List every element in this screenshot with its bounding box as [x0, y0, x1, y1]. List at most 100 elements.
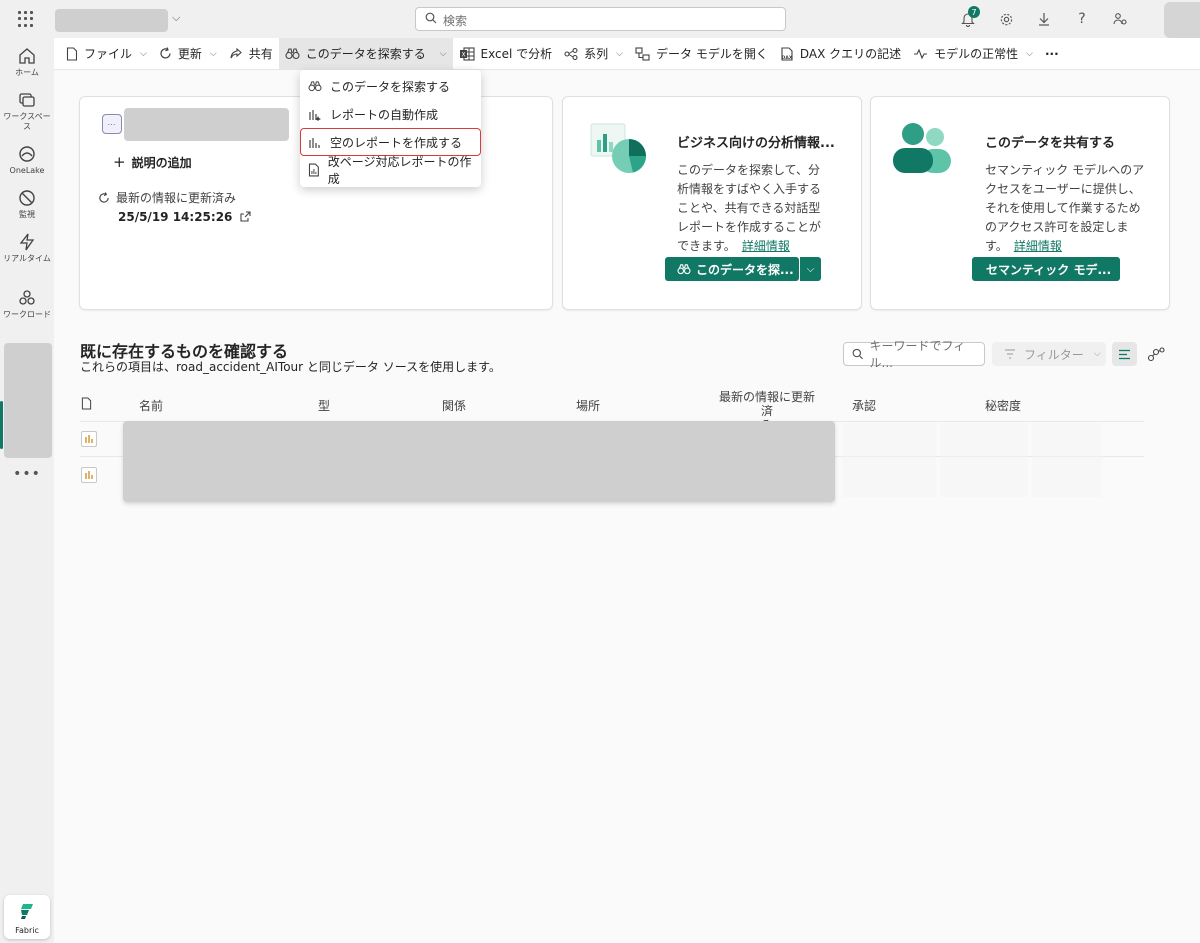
svg-text:DAX: DAX	[781, 55, 792, 61]
share-label: 共有	[248, 47, 273, 61]
settings-button[interactable]	[994, 8, 1018, 30]
file-icon	[66, 46, 78, 61]
explore-split-dropdown-button[interactable]: ⌵	[800, 257, 821, 281]
chevron-down-icon[interactable]: ⌵	[172, 11, 180, 25]
help-button[interactable]: ?	[1070, 8, 1094, 30]
notifications-button[interactable]: 7	[956, 6, 980, 30]
open-external-icon	[240, 211, 251, 222]
explore-dropdown-menu: このデータを探索する レポートの自動作成 空のレポートを作成する 改ページ対応レ…	[300, 70, 481, 187]
binoculars-icon	[285, 48, 300, 60]
binoculars-icon	[308, 81, 322, 92]
card-description: このデータを探索して、分析情報をすばやく入手することや、共有できる対話型レポート…	[677, 161, 832, 256]
fabric-switcher[interactable]: Fabric	[4, 895, 50, 939]
open-data-model-button[interactable]: データ モデルを開く	[629, 38, 774, 70]
menu-item-explore-data[interactable]: このデータを探索する	[300, 72, 481, 100]
avatar[interactable]	[1164, 2, 1200, 38]
analytics-illustration-icon	[590, 123, 646, 173]
nav-item-onelake[interactable]: OneLake	[0, 144, 54, 176]
nav-item-redacted[interactable]	[4, 343, 52, 458]
workspace-name-redacted[interactable]	[55, 9, 168, 32]
button-label: セマンティック モデ...	[986, 262, 1112, 277]
column-header-relation[interactable]: 関係	[442, 397, 466, 414]
notification-badge: 7	[968, 6, 980, 18]
nav-item-monitor[interactable]: 監視	[0, 188, 54, 220]
app-launcher-icon[interactable]	[18, 11, 34, 27]
column-header-location[interactable]: 場所	[576, 397, 600, 414]
learn-more-link[interactable]: 詳細情報	[742, 239, 790, 253]
refresh-label: 更新	[177, 47, 202, 61]
write-dax-query-button[interactable]: DAX DAX クエリの記述	[774, 38, 907, 70]
model-health-button[interactable]: モデルの正常性 ⌵	[907, 38, 1039, 70]
keyword-filter-input[interactable]: キーワードでフィル...	[843, 339, 985, 370]
binoculars-icon	[677, 264, 691, 275]
column-header-endorsement[interactable]: 承認	[852, 397, 876, 414]
refresh-icon	[160, 47, 171, 59]
chevron-down-icon: ⌵	[1026, 48, 1033, 59]
chevron-down-icon: ⌵	[1093, 349, 1101, 359]
lineage-view-icon[interactable]	[1147, 346, 1165, 362]
nav-item-home[interactable]: ホーム	[0, 46, 54, 78]
filter-button[interactable]: フィルター ⌵	[992, 342, 1106, 366]
ribbon-toolbar: ファイル ⌵ 更新 ⌵ 共有 このデータを探索する ⌵ X Excel で分析 系列 ⌵…	[54, 37, 1200, 70]
nav-label-home: ホーム	[15, 68, 39, 77]
chevron-down-icon: ⌵	[140, 48, 147, 59]
refresh-status: 最新の情報に更新済み 25/5/19 14:25:26	[98, 189, 251, 224]
share-feedback-button[interactable]	[1108, 8, 1132, 30]
monitor-icon	[19, 190, 35, 206]
row-cell-redacted	[1032, 423, 1102, 497]
menu-item-label: 改ページ対応レポートの作成	[327, 155, 472, 186]
semantic-model-icon: ⋯	[102, 114, 122, 134]
row-cell-redacted	[940, 423, 1028, 497]
nav-item-workspaces[interactable]: ワークスペース	[0, 90, 54, 132]
analyze-in-excel-button[interactable]: X Excel で分析	[453, 38, 559, 70]
excel-icon: X	[459, 46, 475, 61]
refresh-button[interactable]: 更新 ⌵	[153, 38, 223, 70]
column-header-sensitivity[interactable]: 秘密度	[985, 397, 1021, 414]
help-icon: ?	[1078, 11, 1086, 27]
semantic-model-share-button[interactable]: セマンティック モデ...	[972, 257, 1120, 281]
menu-item-create-paginated-report[interactable]: 改ページ対応レポートの作成	[300, 155, 481, 186]
nav-label-realtime: リアルタイム	[3, 254, 51, 263]
nav-item-realtime[interactable]: リアルタイム	[0, 232, 54, 264]
section-subtitle: これらの項目は、road_accident_AITour と同じデータ ソースを…	[80, 360, 501, 374]
open-model-label: データ モデルを開く	[656, 47, 768, 61]
filter-label: フィルター	[1024, 347, 1084, 362]
search-box[interactable]: 検索	[415, 7, 786, 31]
data-model-icon	[635, 46, 650, 61]
home-icon	[19, 48, 35, 64]
card-title: ビジネス向けの分析情報...	[677, 136, 835, 151]
left-nav: ホーム ワークスペース OneLake 監視 リアルタイム ワークロード •••…	[0, 38, 54, 943]
learn-more-link[interactable]: 詳細情報	[1014, 239, 1062, 253]
column-header-name[interactable]: 名前	[139, 397, 163, 414]
chevron-down-icon: ⌵	[439, 48, 447, 59]
menu-item-create-blank-report[interactable]: 空のレポートを作成する	[300, 128, 481, 156]
plus-icon: +	[113, 153, 126, 171]
button-label: このデータを探...	[696, 262, 794, 277]
explore-data-button[interactable]: このデータを探索する ⌵	[278, 37, 453, 70]
download-button[interactable]	[1032, 8, 1056, 30]
list-view-icon	[1119, 349, 1130, 359]
table-row[interactable]	[81, 467, 97, 483]
column-header-type[interactable]: 型	[318, 397, 330, 414]
more-options-button[interactable]: ···	[1039, 38, 1065, 70]
lineage-button[interactable]: 系列 ⌵	[558, 38, 629, 70]
refresh-timestamp[interactable]: 25/5/19 14:25:26	[118, 210, 251, 224]
nav-item-workloads[interactable]: ワークロード	[0, 288, 54, 320]
pulse-icon	[914, 48, 928, 59]
people-settings-icon	[1113, 13, 1127, 25]
menu-item-label: このデータを探索する	[330, 79, 451, 94]
list-view-toggle[interactable]	[1112, 342, 1137, 366]
file-menu-button[interactable]: ファイル ⌵	[60, 38, 153, 70]
share-icon	[230, 47, 242, 59]
business-insights-card: ビジネス向けの分析情報... このデータを探索して、分析情報をすばやく入手するこ…	[562, 96, 862, 310]
share-button[interactable]: 共有	[223, 38, 279, 70]
add-description-button[interactable]: + 説明の追加	[113, 153, 192, 171]
table-row[interactable]	[81, 431, 97, 447]
search-icon	[425, 12, 437, 24]
download-icon	[1039, 13, 1049, 26]
explore-data-primary-button[interactable]: このデータを探...	[665, 257, 799, 281]
nav-more-button[interactable]: •••	[0, 466, 54, 482]
menu-item-auto-create-report[interactable]: レポートの自動作成	[300, 100, 481, 128]
workloads-icon	[19, 290, 35, 305]
excel-label: Excel で分析	[480, 47, 553, 61]
